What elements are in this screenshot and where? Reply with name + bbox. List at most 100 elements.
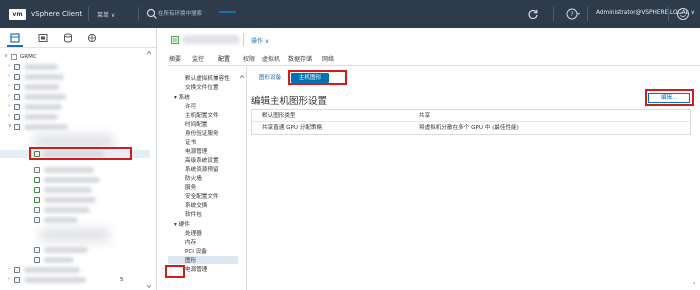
hosts-clusters-icon[interactable] [10, 33, 20, 43]
tab-networks[interactable]: 网络 [322, 54, 334, 63]
actions-menu[interactable]: 操作 ∨ [251, 36, 269, 45]
main-menu-button[interactable]: 菜单 ∨ [97, 10, 115, 19]
subtab-graphics-devices[interactable]: 图形设备 [256, 73, 284, 83]
network-icon[interactable] [87, 33, 97, 43]
chevron-down-icon[interactable]: ∨ [4, 54, 9, 59]
tree-item[interactable]: › [0, 73, 150, 81]
redacted-label [24, 94, 66, 100]
tree-item[interactable]: › [0, 93, 150, 101]
nav-item-system-swap[interactable]: 系统交换 [185, 201, 207, 209]
help-icon[interactable]: ? [566, 7, 580, 21]
global-search-input[interactable] [158, 8, 398, 20]
chevron-right-icon[interactable]: › [8, 267, 13, 272]
host-icon [14, 94, 20, 100]
host-icon [14, 64, 20, 70]
nav-item-processors[interactable]: 处理器 [185, 229, 202, 237]
nav-item-memory[interactable]: 内存 [185, 238, 196, 246]
tree-item-expanded[interactable]: ∨ [0, 123, 150, 131]
nav-item-power-management-hw[interactable]: 电源管理 [185, 265, 207, 273]
smile-icon[interactable] [676, 7, 690, 21]
nav-item-resource-reservation[interactable]: 系统资源预留 [185, 165, 219, 173]
chevron-right-icon[interactable]: › [8, 94, 13, 99]
tree-item[interactable]: › [0, 63, 150, 71]
search-icon[interactable] [146, 8, 158, 20]
chevron-right-icon[interactable]: › [8, 84, 13, 89]
nav-item-power-management[interactable]: 电源管理 [185, 147, 207, 155]
nav-item-security-profile[interactable]: 安全配置文件 [185, 192, 219, 200]
nav-item-firewall[interactable]: 防火墙 [185, 174, 202, 182]
refresh-icon[interactable] [527, 8, 539, 20]
nav-group-hardware[interactable]: ▾ 硬件 [174, 220, 190, 228]
setting-row: 默认图形类型 共享 [252, 110, 690, 122]
chevron-right-icon[interactable]: › [8, 74, 13, 79]
nav-item-packages[interactable]: 软件包 [185, 210, 202, 218]
chevron-right-icon[interactable]: › [8, 114, 13, 119]
tab-configure[interactable]: 配置 [218, 54, 230, 63]
inventory-scrollbar[interactable] [145, 50, 153, 290]
tree-item[interactable] [0, 196, 150, 204]
tab-summary[interactable]: 摘要 [169, 54, 181, 63]
vms-templates-icon[interactable] [38, 33, 48, 43]
nav-group-system[interactable]: ▾ 系统 [174, 93, 190, 101]
tree-item[interactable]: › [0, 113, 150, 121]
tab-datastores[interactable]: 数据存储 [288, 54, 312, 63]
nav-item-licensing[interactable]: 许可 [185, 102, 196, 110]
nav-item-default-vm-compat[interactable]: 默认虚拟机兼容性 [185, 74, 230, 82]
vm-icon [34, 217, 40, 223]
chevron-right-icon[interactable]: › [8, 104, 13, 109]
nav-item-auth-services[interactable]: 身份验证服务 [185, 129, 219, 137]
nav-item-host-profile[interactable]: 主机配置文件 [185, 111, 219, 119]
host-icon [14, 114, 20, 120]
redacted-label [44, 167, 94, 173]
tree-item[interactable]: › [0, 103, 150, 111]
tree-item[interactable]: › [0, 266, 150, 274]
tree-item[interactable] [0, 246, 150, 254]
nav-item-graphics[interactable]: 图形 [185, 256, 196, 264]
host-icon [14, 124, 20, 130]
panel-resize-handle[interactable]: ‹ [693, 280, 695, 287]
section-title: 编辑主机图形设置 [251, 96, 328, 107]
tree-item[interactable]: › [0, 83, 150, 91]
nav-item-swap-location[interactable]: 交换文件位置 [185, 83, 219, 91]
nav-item-time-config[interactable]: 时间配置 [185, 120, 207, 128]
vm-icon [34, 187, 40, 193]
tree-item[interactable] [0, 166, 150, 174]
nav-item-certificate[interactable]: 证书 [185, 138, 196, 146]
host-icon [14, 277, 20, 283]
configure-nav-scrollbar[interactable] [238, 74, 246, 290]
tree-item[interactable] [0, 216, 150, 224]
chevron-down-icon[interactable]: ∨ [8, 124, 13, 129]
tab-permissions[interactable]: 权限 [243, 54, 255, 63]
active-tab-indicator [219, 11, 236, 13]
tree-item[interactable] [0, 206, 150, 214]
redacted-label [24, 114, 58, 120]
chevron-right-icon[interactable]: › [8, 64, 13, 69]
host-icon [14, 84, 20, 90]
chevron-right-icon[interactable]: › [8, 277, 13, 282]
tree-root[interactable]: ∨ GRMC [0, 53, 150, 61]
tree-item[interactable]: › 5 [0, 276, 150, 284]
setting-value: 共享 [419, 113, 431, 119]
nav-item-pci-devices[interactable]: PCI 设备 [185, 247, 207, 255]
tree-item[interactable] [0, 186, 150, 194]
nav-item-advanced-settings[interactable]: 高级系统设置 [185, 156, 219, 164]
storage-icon[interactable] [63, 33, 73, 43]
tab-monitor[interactable]: 监控 [192, 54, 204, 63]
datacenter-icon [11, 54, 17, 60]
setting-value: 将虚拟机分散在多个 GPU 中 (最佳性能) [419, 125, 519, 131]
vm-icon [34, 177, 40, 183]
tree-item[interactable] [0, 256, 150, 264]
nav-group-label: 硬件 [178, 222, 190, 228]
vm-icon [34, 207, 40, 213]
app-title[interactable]: vSphere Client [31, 10, 82, 18]
host-icon [14, 267, 20, 273]
redacted-label [44, 187, 92, 193]
nav-group-label: 系统 [178, 95, 190, 101]
nav-selected-background [168, 256, 238, 264]
tab-vms[interactable]: 虚拟机 [262, 54, 280, 63]
topbar-divider [668, 7, 669, 21]
nav-item-services[interactable]: 服务 [185, 183, 196, 191]
host-icon [14, 74, 20, 80]
tree-item[interactable] [0, 176, 150, 184]
vm-icon [34, 167, 40, 173]
